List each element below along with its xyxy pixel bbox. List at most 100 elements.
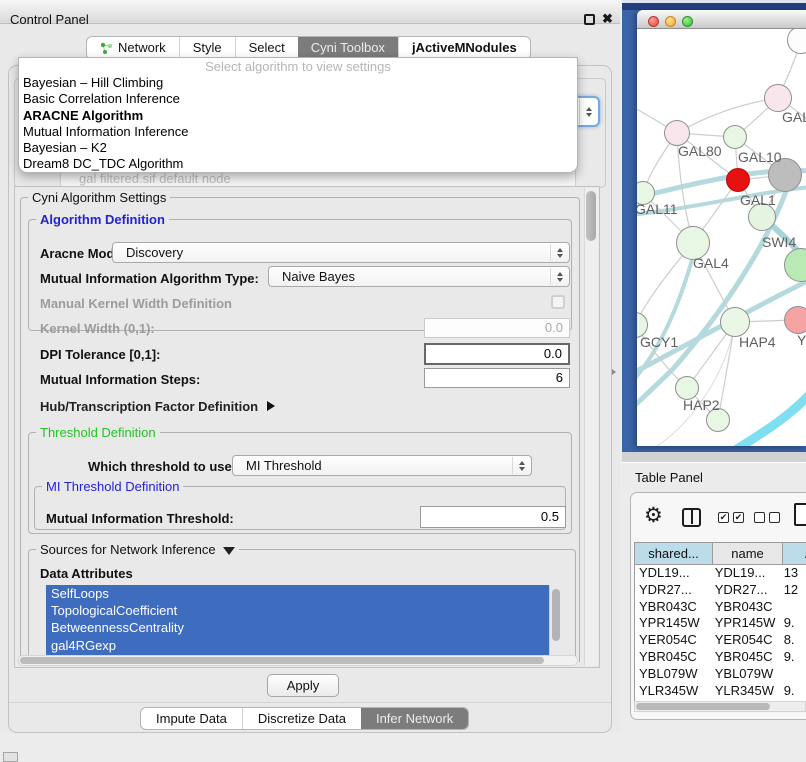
vertical-scrollbar[interactable]: [584, 188, 598, 666]
node-label: GAL4: [693, 255, 729, 271]
node-hap4[interactable]: [720, 307, 750, 337]
table-row[interactable]: YBR045CYBR045C9.: [635, 649, 806, 666]
dropdown-item[interactable]: Mutual Information Inference: [19, 124, 577, 140]
dpi-tolerance-field[interactable]: 0.0: [424, 343, 570, 365]
tab-label: Network: [118, 37, 166, 59]
table-horizontal-scrollbar-thumb[interactable]: [636, 703, 770, 710]
select-all-checkbox-icon[interactable]: ✔: [718, 512, 729, 523]
dropdown-item[interactable]: Basic Correlation Inference: [19, 91, 577, 107]
list-scrollbar-thumb[interactable]: [552, 589, 560, 641]
tab-infer-network[interactable]: Infer Network: [361, 708, 468, 729]
zoom-traffic-light-icon[interactable]: [682, 16, 693, 27]
list-item[interactable]: BetweennessCentrality: [46, 619, 562, 636]
node-gal1-highlighted[interactable]: [726, 168, 750, 192]
cell-name: YBL079W: [711, 666, 779, 683]
dropdown-item[interactable]: Bayesian – Hill Climbing: [19, 75, 577, 91]
tab-cyni-toolbox[interactable]: Cyni Toolbox: [298, 37, 398, 59]
node-label: HAP4: [739, 334, 776, 350]
apply-button[interactable]: Apply: [267, 674, 339, 697]
select-all-checkbox-icon[interactable]: ✔: [733, 512, 744, 523]
node-label: GAL: [782, 109, 806, 125]
list-item[interactable]: SelfLoops: [46, 585, 562, 602]
group-title: Threshold Definition: [36, 425, 160, 440]
cell-shared-name: YPR145W: [635, 615, 711, 632]
node-label: GCY1: [640, 334, 678, 350]
export-table-icon[interactable]: [794, 503, 806, 526]
control-panel-titlebar[interactable]: [0, 0, 620, 24]
columns-icon[interactable]: [682, 508, 701, 527]
combo-stepper-icon: [579, 99, 597, 124]
collapse-triangle-icon[interactable]: [223, 547, 235, 555]
mi-type-combo[interactable]: Naive Bayes: [268, 266, 570, 287]
tab-discretize-data[interactable]: Discretize Data: [242, 708, 361, 729]
tab-select[interactable]: Select: [235, 37, 298, 59]
close-traffic-light-icon[interactable]: [648, 16, 659, 27]
gear-icon[interactable]: ⚙: [644, 505, 663, 526]
node-gal10[interactable]: [723, 125, 747, 149]
cell-name: YLR345W: [711, 683, 779, 700]
cell-shared-name: YBR045C: [635, 649, 711, 666]
table-body[interactable]: YDL19...YDL19...13 YDR27...YDR27...12 YB…: [634, 565, 806, 701]
table-row[interactable]: YDL19...YDL19...13: [635, 565, 806, 582]
list-vertical-scrollbar[interactable]: [549, 585, 562, 655]
table-row[interactable]: YBR043CYBR043C: [635, 599, 806, 616]
table-row[interactable]: YDR27...YDR27...12: [635, 582, 806, 599]
tab-network[interactable]: Network: [87, 37, 179, 59]
aracne-mode-combo[interactable]: Discovery: [112, 242, 570, 263]
cell-value: 13: [779, 565, 806, 582]
deselect-all-checkbox-icon[interactable]: [754, 512, 765, 523]
cell-shared-name: YBR043C: [635, 599, 711, 616]
column-header-cut[interactable]: A: [783, 543, 806, 564]
minimize-traffic-light-icon[interactable]: [665, 16, 676, 27]
cell-name: YPR145W: [711, 615, 779, 632]
which-threshold-combo[interactable]: MI Threshold: [232, 455, 532, 476]
tab-style[interactable]: Style: [179, 37, 235, 59]
data-attributes-list[interactable]: SelfLoops TopologicalCoefficient Between…: [46, 585, 562, 655]
list-item[interactable]: TopologicalCoefficient: [46, 602, 562, 619]
table-row[interactable]: YPR145WYPR145W9.: [635, 615, 806, 632]
close-icon[interactable]: ✖: [602, 11, 613, 27]
column-header-name[interactable]: name: [713, 543, 783, 564]
table-panel-title: Table Panel: [635, 470, 703, 485]
dropdown-item-selected[interactable]: ARACNE Algorithm: [19, 108, 577, 124]
cell-shared-name: YDR27...: [635, 582, 711, 599]
table-row[interactable]: YBL079WYBL079W: [635, 666, 806, 683]
hub-factor-expander[interactable]: Hub/Transcription Factor Definition: [40, 399, 275, 414]
node-gal[interactable]: [764, 84, 792, 112]
cell-value: 12: [779, 582, 806, 599]
kernel-width-field[interactable]: 0.0: [424, 318, 570, 338]
expand-triangle-icon[interactable]: [267, 401, 275, 411]
tab-label: Style: [193, 37, 222, 59]
sources-title-label: Sources for Network Inference: [40, 542, 216, 557]
node-salmon[interactable]: [784, 306, 806, 334]
panel-gap: [622, 452, 806, 462]
panel-resize-grip[interactable]: [612, 369, 616, 375]
mi-threshold-field[interactable]: 0.5: [420, 506, 566, 528]
table-row[interactable]: YER054CYER054C8.: [635, 632, 806, 649]
cell-shared-name: YDL19...: [635, 565, 711, 582]
algorithm-dropdown-popup: Select algorithm to view settings Bayesi…: [18, 57, 578, 173]
deselect-all-checkbox-icon[interactable]: [769, 512, 780, 523]
tab-label: Select: [249, 37, 285, 59]
network-canvas[interactable]: GAL GAL80 GAL10 GAL1 GAL11 SWI4 GAL4 GCY…: [637, 29, 806, 446]
list-item[interactable]: gal4RGexp: [46, 637, 562, 654]
float-icon[interactable]: [584, 14, 595, 25]
dropdown-item[interactable]: Bayesian – K2: [19, 140, 577, 156]
cell-value: [779, 666, 806, 683]
vertical-scrollbar-thumb[interactable]: [586, 191, 596, 241]
combo-value: MI Threshold: [246, 458, 322, 473]
network-window-titlebar[interactable]: [637, 10, 806, 29]
cell-value: 9.: [779, 615, 806, 632]
manual-kernel-checkbox[interactable]: [551, 295, 565, 309]
mi-steps-field[interactable]: 6: [424, 368, 570, 388]
mi-steps-label: Mutual Information Steps:: [40, 372, 200, 387]
sources-group-title[interactable]: Sources for Network Inference: [36, 542, 239, 557]
table-row[interactable]: YLR345WYLR345W9.: [635, 683, 806, 700]
node-label: HAP2: [683, 397, 720, 413]
column-header-shared-name[interactable]: shared...: [635, 543, 713, 564]
dropdown-item[interactable]: Dream8 DC_TDC Algorithm: [19, 156, 577, 172]
tab-impute-data[interactable]: Impute Data: [141, 708, 242, 729]
horizontal-scrollbar-thumb[interactable]: [20, 657, 544, 664]
tab-jactivemnodules[interactable]: jActiveMNodules: [398, 37, 530, 59]
cell-value: [779, 599, 806, 616]
